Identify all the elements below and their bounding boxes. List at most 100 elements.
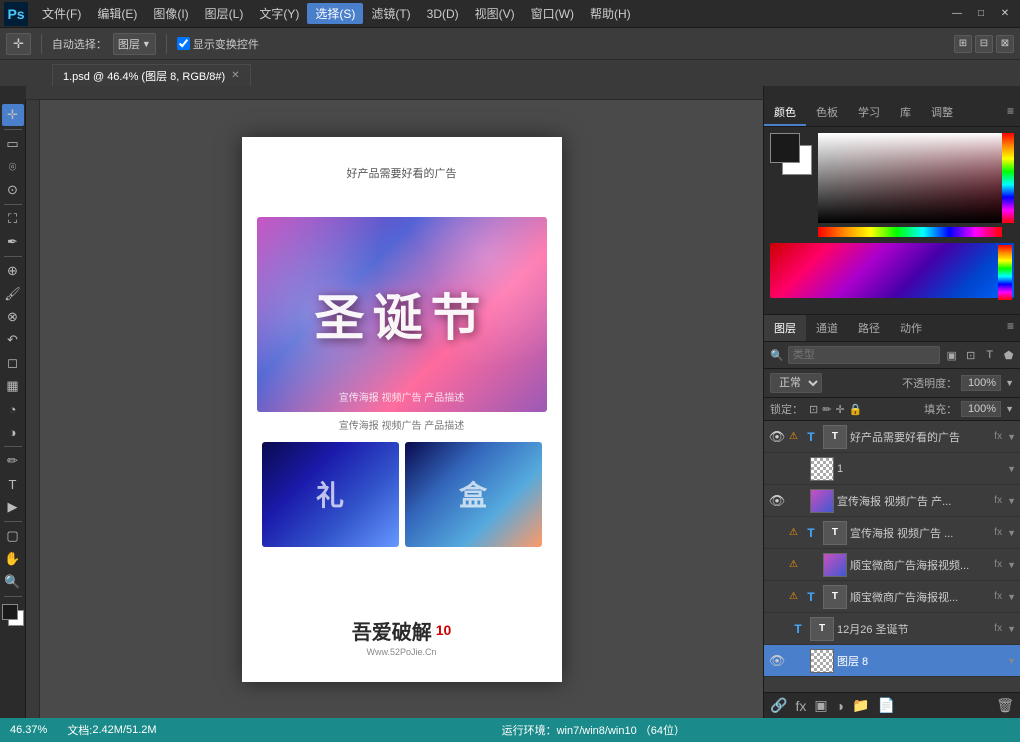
move-tool[interactable]: ✛: [2, 104, 24, 126]
layer-item[interactable]: 👁图层 8▼: [764, 645, 1020, 677]
menu-file[interactable]: 文件(F): [34, 3, 89, 24]
crop-tool[interactable]: ⛶: [2, 208, 24, 230]
tab-adjustments[interactable]: 调整: [921, 100, 963, 126]
layer-dropdown[interactable]: 图层 ▼: [113, 33, 156, 55]
layer-visibility-icon[interactable]: [768, 556, 786, 574]
layer-expand-icon[interactable]: ▼: [1007, 496, 1016, 506]
pen-tool[interactable]: ✏: [2, 450, 24, 472]
layer-expand-icon[interactable]: ▼: [1007, 528, 1016, 538]
blend-mode-select[interactable]: 正常: [770, 373, 822, 393]
zoom-tool[interactable]: 🔍: [2, 571, 24, 593]
align-center-btn[interactable]: ⊟: [975, 35, 993, 53]
layer-item[interactable]: ⚠顺宝微商广告海报视频...fx▼: [764, 549, 1020, 581]
layers-search-input[interactable]: [788, 346, 940, 364]
transform-checkbox-input[interactable]: [177, 37, 190, 50]
layer-expand-icon[interactable]: ▼: [1007, 432, 1016, 442]
layer-item[interactable]: 1▼: [764, 453, 1020, 485]
type-tool[interactable]: T: [2, 473, 24, 495]
tab-swatches[interactable]: 色板: [806, 100, 848, 126]
canvas-area[interactable]: 好产品需要好看的广告 圣诞节 宣传海报 视频广告 产品描述 宣传海报 视频广告 …: [40, 100, 763, 718]
tab-channels[interactable]: 通道: [806, 315, 848, 341]
clone-tool[interactable]: ⊗: [2, 306, 24, 328]
blur-tool[interactable]: ◔: [2, 398, 24, 420]
layer-expand-icon[interactable]: ▼: [1007, 656, 1016, 666]
show-transform-checkbox[interactable]: 显示变换控件: [177, 36, 259, 52]
lock-position-icon[interactable]: ✛: [835, 403, 844, 416]
layer-visibility-icon[interactable]: 👁: [768, 492, 786, 510]
move-tool-options[interactable]: ✛: [6, 33, 31, 55]
layer-item[interactable]: 👁宣传海报 视频广告 产...fx▼: [764, 485, 1020, 517]
menu-select[interactable]: 选择(S): [307, 3, 363, 24]
document-tab[interactable]: 1.psd @ 46.4% (图层 8, RGB/8#) ✕: [52, 64, 251, 86]
menu-layer[interactable]: 图层(L): [197, 3, 252, 24]
layer-item[interactable]: 👁⚠TT好产品需要好看的广告fx▼: [764, 421, 1020, 453]
layer-expand-icon[interactable]: ▼: [1007, 464, 1016, 474]
color-fg-swatch[interactable]: [770, 133, 800, 163]
layer-expand-icon[interactable]: ▼: [1007, 592, 1016, 602]
menu-filter[interactable]: 滤镜(T): [363, 3, 418, 24]
layer-fx-btn[interactable]: fx: [795, 698, 806, 714]
healing-tool[interactable]: ⊕: [2, 260, 24, 282]
layer-expand-icon[interactable]: ▼: [1007, 560, 1016, 570]
maximize-button[interactable]: □: [970, 5, 992, 23]
selection-tool[interactable]: ▭: [2, 133, 24, 155]
color-saturation-box[interactable]: [818, 133, 1014, 223]
layer-visibility-icon[interactable]: [768, 460, 786, 478]
layer-expand-icon[interactable]: ▼: [1007, 624, 1016, 634]
history-brush[interactable]: ↶: [2, 329, 24, 351]
layer-visibility-icon[interactable]: [768, 588, 786, 606]
filter-adjust-icon[interactable]: ⊡: [963, 347, 979, 363]
path-select-tool[interactable]: ▶: [2, 496, 24, 518]
lock-transparent-icon[interactable]: ⊡: [809, 403, 818, 416]
gradient-tool[interactable]: ▦: [2, 375, 24, 397]
lock-all-icon[interactable]: 🔒: [849, 403, 863, 416]
filter-pixel-icon[interactable]: ▣: [944, 347, 960, 363]
layer-mask-btn[interactable]: ▣: [814, 697, 827, 714]
fill-input[interactable]: [961, 401, 1001, 417]
layer-visibility-icon[interactable]: [768, 524, 786, 542]
tab-actions[interactable]: 动作: [890, 315, 932, 341]
layer-visibility-icon[interactable]: 👁: [768, 652, 786, 670]
tab-layers[interactable]: 图层: [764, 315, 806, 341]
quickselect-tool[interactable]: ⊙: [2, 179, 24, 201]
color-main-gradient[interactable]: [770, 243, 1014, 298]
minimize-button[interactable]: —: [946, 5, 968, 23]
eyedropper-tool[interactable]: ✒: [2, 231, 24, 253]
menu-view[interactable]: 视图(V): [467, 3, 523, 24]
menu-help[interactable]: 帮助(H): [582, 3, 639, 24]
align-left-btn[interactable]: ⊞: [954, 35, 972, 53]
color-hue-strip[interactable]: [1002, 133, 1014, 223]
color-panel-menu[interactable]: ≡: [1001, 100, 1020, 126]
layer-adjust-btn[interactable]: ◑: [836, 698, 844, 714]
tab-paths[interactable]: 路径: [848, 315, 890, 341]
opacity-input[interactable]: [961, 375, 1001, 391]
shape-tool[interactable]: ▢: [2, 525, 24, 547]
filter-shape-icon[interactable]: ⬟: [1001, 347, 1017, 363]
layer-link-btn[interactable]: 🔗: [770, 697, 787, 714]
color-hue-slider[interactable]: [998, 245, 1012, 300]
layer-new-btn[interactable]: 📄: [877, 697, 894, 714]
tab-color[interactable]: 颜色: [764, 100, 806, 126]
layer-item[interactable]: TT12月26 圣诞节fx▼: [764, 613, 1020, 645]
brush-tool[interactable]: 🖌: [2, 283, 24, 305]
close-button[interactable]: ✕: [994, 5, 1016, 23]
align-right-btn[interactable]: ⊠: [996, 35, 1014, 53]
hand-tool[interactable]: ✋: [2, 548, 24, 570]
layer-visibility-icon[interactable]: 👁: [768, 428, 786, 446]
layer-delete-btn[interactable]: 🗑: [996, 697, 1014, 714]
layer-item[interactable]: ⚠TT顺宝微商广告海报视...fx▼: [764, 581, 1020, 613]
layers-panel-menu[interactable]: ≡: [1001, 315, 1020, 341]
menu-image[interactable]: 图像(I): [145, 3, 196, 24]
tab-learn[interactable]: 学习: [848, 100, 890, 126]
tab-close-btn[interactable]: ✕: [231, 70, 239, 81]
menu-edit[interactable]: 编辑(E): [89, 3, 145, 24]
layer-group-btn[interactable]: 📁: [852, 697, 869, 714]
opacity-arrow-icon[interactable]: ▼: [1005, 378, 1014, 388]
menu-3d[interactable]: 3D(D): [419, 5, 467, 23]
color-hue-bar[interactable]: [818, 227, 1002, 237]
tab-library[interactable]: 库: [890, 100, 921, 126]
foreground-color[interactable]: [2, 604, 18, 620]
menu-type[interactable]: 文字(Y): [251, 3, 307, 24]
filter-type-icon[interactable]: T: [982, 347, 998, 363]
eraser-tool[interactable]: ◻: [2, 352, 24, 374]
